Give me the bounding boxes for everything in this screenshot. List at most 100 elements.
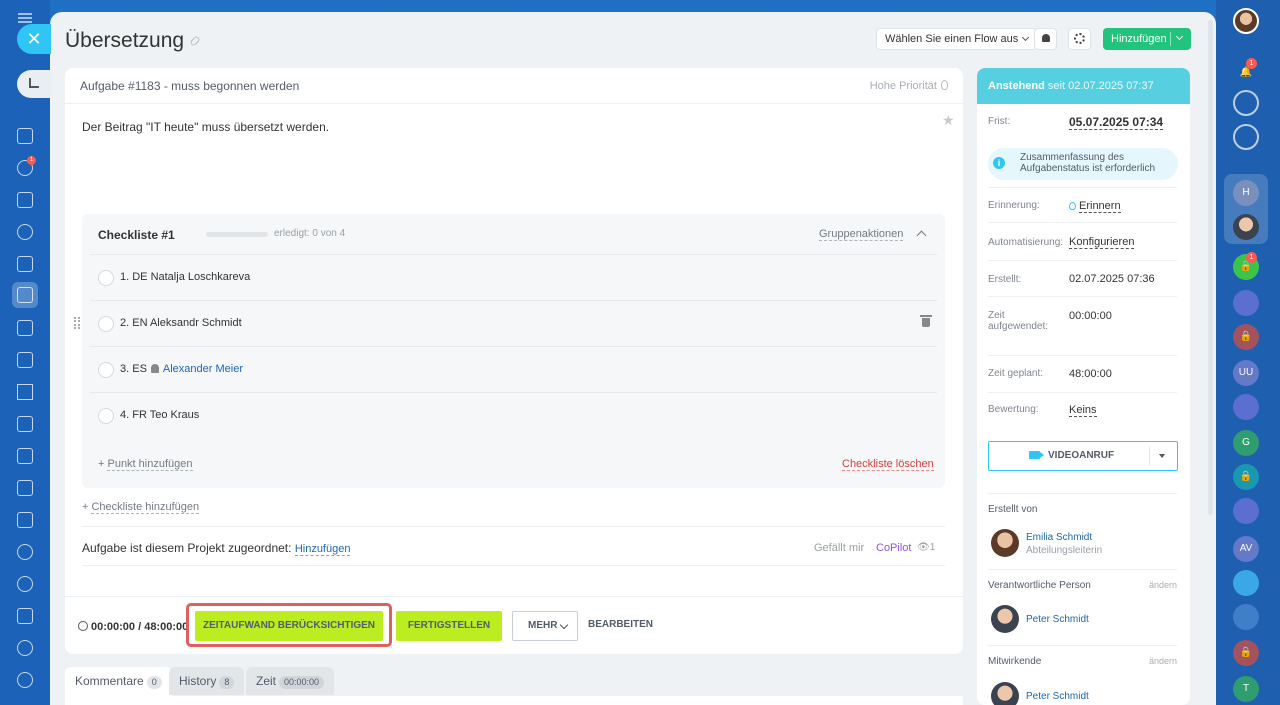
link-icon[interactable]: [189, 35, 201, 48]
checkbox-circle[interactable]: [98, 316, 114, 332]
tab-time[interactable]: Zeit 00:00:00: [246, 667, 335, 695]
responsible-section: Verantwortliche Person ändern Peter Schm…: [988, 569, 1177, 639]
filter-icon[interactable]: [17, 448, 33, 464]
like-button[interactable]: Gefällt mir: [814, 542, 864, 554]
rating-value[interactable]: Keins: [1069, 404, 1097, 417]
chat-channel-icon[interactable]: [1233, 290, 1259, 316]
time-spent-row: Zeit aufgewendet: 00:00:00: [988, 297, 1177, 356]
trash-icon[interactable]: [920, 315, 932, 327]
headset-icon[interactable]: [17, 640, 33, 656]
tab-label: Zeit: [256, 674, 277, 688]
chat-channel-icon-2[interactable]: [1233, 394, 1259, 420]
locked-chat-icon-4[interactable]: 🔒: [1233, 640, 1259, 666]
add-button[interactable]: Hinzufügen: [1103, 28, 1191, 50]
participant-person[interactable]: Peter Schmidt: [991, 682, 1177, 705]
caret-down-icon[interactable]: [1159, 454, 1165, 458]
id-card-icon[interactable]: [17, 480, 33, 496]
documents-icon[interactable]: [17, 256, 33, 272]
chat-avatar-t[interactable]: T: [1233, 676, 1259, 702]
robot-icon[interactable]: [17, 544, 33, 560]
add-point-link[interactable]: + Punkt hinzufügen: [98, 458, 193, 471]
chevron-down-icon[interactable]: [1175, 32, 1184, 41]
edit-button[interactable]: BEARBEITEN: [588, 619, 653, 630]
add-checklist-link[interactable]: + Checkliste hinzufügen: [82, 501, 200, 514]
checklist-item-text[interactable]: 4. FR Teo Kraus: [120, 409, 199, 421]
feed-icon[interactable]: [17, 128, 33, 144]
menu-icon[interactable]: [18, 13, 32, 23]
copilot-link[interactable]: CoPilot: [876, 542, 911, 554]
copilot-icon[interactable]: [1233, 90, 1259, 116]
chat-avatar-uu[interactable]: UU: [1233, 360, 1259, 386]
creator-name[interactable]: Emilia Schmidt: [1026, 532, 1092, 543]
time-planned-row: Zeit geplant: 48:00:00: [988, 356, 1177, 393]
created-label: Erstellt:: [988, 274, 1022, 285]
chevron-down-icon: [559, 620, 569, 630]
chat-avatar-peter[interactable]: [1233, 214, 1259, 240]
group-actions-link[interactable]: Gruppenaktionen: [819, 228, 904, 241]
chat-badge: 1: [27, 156, 36, 165]
sidebar-item-tasks[interactable]: [12, 282, 38, 308]
more-button[interactable]: MEHR: [512, 611, 578, 641]
deadline-value[interactable]: 05.07.2025 07:34: [1069, 115, 1164, 130]
board-icon[interactable]: [17, 352, 33, 368]
chat-group-icon[interactable]: [1233, 570, 1259, 596]
notify-button[interactable]: [1034, 28, 1057, 50]
star-icon[interactable]: ★: [942, 112, 955, 129]
tab-comments[interactable]: Kommentare 0: [65, 667, 172, 701]
track-time-button[interactable]: ZEITAUFWAND BERÜCKSICHTIGEN: [195, 611, 383, 641]
minimize-button[interactable]: [17, 70, 51, 98]
scrollbar[interactable]: [1208, 20, 1213, 515]
user-avatar[interactable]: [1233, 8, 1259, 34]
automation-value[interactable]: Konfigurieren: [1069, 236, 1135, 249]
chat-avatar-h[interactable]: H: [1233, 180, 1259, 206]
crm-icon[interactable]: [17, 320, 33, 336]
checkbox-circle[interactable]: [98, 270, 114, 286]
clock-icon: [78, 621, 88, 631]
reminder-link[interactable]: Erinnern: [1069, 200, 1121, 213]
sign-icon[interactable]: [17, 608, 33, 624]
flow-select[interactable]: Wählen Sie einen Flow aus: [876, 28, 1038, 50]
drag-handle-icon[interactable]: [74, 317, 80, 329]
locked-chat-icon-2[interactable]: 🔒: [1233, 324, 1259, 350]
creator-person[interactable]: Emilia Schmidt Abteilungsleiterin: [991, 529, 1177, 559]
search-chat-icon[interactable]: [1233, 124, 1259, 150]
reminder-row: Erinnerung: Erinnern: [988, 187, 1177, 223]
chat-card-icon[interactable]: [1233, 604, 1259, 630]
calendar-icon[interactable]: [17, 192, 33, 208]
tabs-bar: Kommentare 0 History 8 Zeit 00:00:00: [65, 667, 963, 705]
assigned-user-link[interactable]: Alexander Meier: [163, 363, 243, 375]
chat-channel-icon-3[interactable]: [1233, 498, 1259, 524]
analytics-icon[interactable]: [17, 384, 33, 400]
status-summary-info[interactable]: i Zusammenfassung des Aufgabenstatus ist …: [988, 148, 1178, 180]
checkbox-circle[interactable]: [98, 408, 114, 424]
close-slider-button[interactable]: ✕: [17, 24, 51, 54]
priority-toggle[interactable]: Hohe Priorität: [869, 79, 948, 92]
groups-icon[interactable]: [17, 224, 33, 240]
checklist-item-text[interactable]: 3. ES Alexander Meier: [120, 363, 243, 375]
priority-label: Hohe Priorität: [869, 79, 937, 92]
change-responsible-link[interactable]: ändern: [1149, 580, 1177, 590]
settings-icon[interactable]: [17, 672, 33, 688]
finish-button[interactable]: FERTIGSTELLEN: [396, 611, 502, 641]
tab-history[interactable]: History 8: [169, 667, 245, 695]
chat-avatar-g[interactable]: G: [1233, 430, 1259, 456]
checklist-item-text[interactable]: 2. EN Aleksandr Schmidt: [120, 317, 242, 329]
cart-icon[interactable]: [17, 416, 33, 432]
locked-chat-icon-3[interactable]: 🔒: [1233, 464, 1259, 490]
settings-button[interactable]: [1068, 28, 1091, 50]
change-participants-link[interactable]: ändern: [1149, 656, 1177, 666]
add-checklist-label: Checkliste hinzufügen: [91, 501, 200, 514]
responsible-person[interactable]: Peter Schmidt: [991, 605, 1177, 635]
checkbox-circle[interactable]: [98, 362, 114, 378]
add-project-link[interactable]: Hinzufügen: [294, 543, 351, 556]
chevron-up-icon[interactable]: [916, 230, 927, 241]
checklist-done-count: erledigt: 0 von 4: [274, 228, 346, 239]
participant-name[interactable]: Peter Schmidt: [1026, 691, 1089, 702]
goal-icon[interactable]: [17, 576, 33, 592]
schedule-icon[interactable]: [17, 512, 33, 528]
video-call-button[interactable]: VIDEOANRUF: [988, 441, 1178, 471]
checklist-item-text[interactable]: 1. DE Natalja Loschkareva: [120, 271, 250, 283]
chat-avatar-av[interactable]: AV: [1233, 536, 1259, 562]
responsible-name[interactable]: Peter Schmidt: [1026, 614, 1089, 625]
delete-checklist-link[interactable]: Checkliste löschen: [842, 458, 934, 471]
